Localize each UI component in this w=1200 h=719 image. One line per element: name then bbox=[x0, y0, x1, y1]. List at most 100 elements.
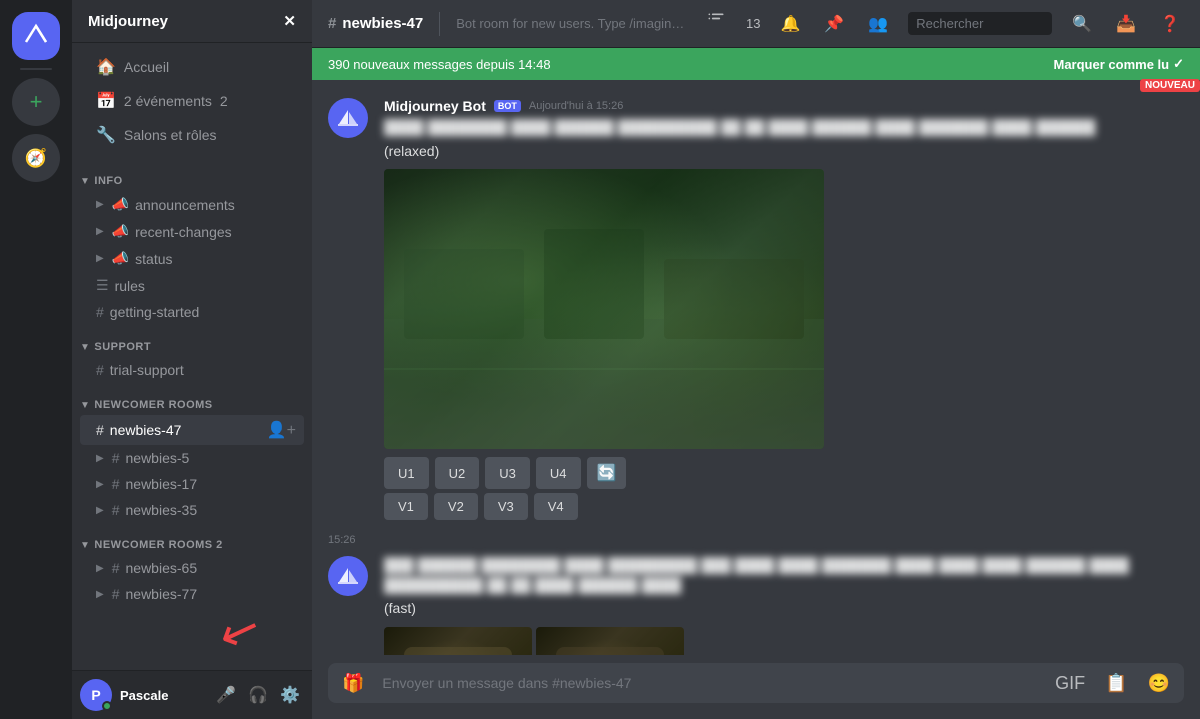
discover-button[interactable]: 🧭 bbox=[12, 134, 60, 182]
avatar-initial: P bbox=[91, 687, 100, 703]
server-icon-midjourney[interactable] bbox=[12, 12, 60, 60]
time-separator: 15:26 bbox=[312, 526, 1200, 554]
v3-button[interactable]: V3 bbox=[484, 493, 528, 520]
add-server-button[interactable]: + bbox=[12, 78, 60, 126]
category-info-label: INFO bbox=[94, 175, 122, 187]
nav-accueil[interactable]: 🏠 Accueil bbox=[80, 51, 304, 83]
add-member-icon[interactable]: 👤+ bbox=[267, 420, 296, 440]
help-button[interactable]: ❓ bbox=[1156, 10, 1184, 38]
v2-button[interactable]: V2 bbox=[434, 493, 478, 520]
channel-trial-support[interactable]: # trial-support bbox=[80, 357, 304, 383]
channel-newbies-47[interactable]: # newbies-47 👤+ bbox=[80, 415, 304, 445]
inbox-button[interactable]: 📥 bbox=[1112, 10, 1140, 38]
hash-icon: # bbox=[96, 422, 104, 438]
icon-bar-separator bbox=[20, 68, 52, 70]
grid-image-2 bbox=[536, 627, 684, 655]
notification-bar: 390 nouveaux messages depuis 14:48 Marqu… bbox=[312, 48, 1200, 80]
channel-name-newbies-17: newbies-17 bbox=[126, 476, 198, 492]
message-input-area: 🎁 GIF 📋 😊 bbox=[312, 655, 1200, 719]
members-button[interactable]: 👥 bbox=[864, 10, 892, 38]
search-input[interactable] bbox=[908, 12, 1052, 35]
u4-button[interactable]: U4 bbox=[536, 457, 581, 489]
hash-icon: # bbox=[96, 304, 104, 320]
header-separator bbox=[439, 12, 440, 36]
events-badge: 2 bbox=[220, 93, 228, 109]
server-nav: 🏠 Accueil 📅 2 événements 2 🔧 Salons et r… bbox=[72, 43, 312, 159]
gif-button[interactable]: GIF bbox=[1049, 667, 1091, 700]
sender-name: Midjourney Bot bbox=[384, 98, 486, 114]
message-input[interactable] bbox=[378, 663, 1041, 703]
chevron-icon: ▼ bbox=[80, 540, 90, 551]
grid-image-1 bbox=[384, 627, 532, 655]
u2-button[interactable]: U2 bbox=[435, 457, 480, 489]
v4-button[interactable]: V4 bbox=[534, 493, 578, 520]
megaphone-icon: 📣 bbox=[112, 196, 129, 213]
variation-buttons: V1 V2 V3 V4 bbox=[384, 493, 844, 520]
message-1: Midjourney Bot BOT Aujourd'hui à 15:26 █… bbox=[312, 96, 1200, 526]
message-text-2: (fast) bbox=[384, 599, 1184, 619]
channel-newbies-5[interactable]: ▶ # newbies-5 bbox=[80, 445, 304, 471]
headphone-button[interactable]: 🎧 bbox=[244, 681, 272, 709]
server-header[interactable]: Midjourney ✕ bbox=[72, 0, 312, 43]
channel-description: Bot room for new users. Type /imagine th… bbox=[456, 16, 690, 31]
message-1-content: Midjourney Bot BOT Aujourd'hui à 15:26 █… bbox=[384, 98, 1184, 524]
channel-newbies-65[interactable]: ▶ # newbies-65 bbox=[80, 555, 304, 581]
channel-newbies-35[interactable]: ▶ # newbies-35 bbox=[80, 497, 304, 523]
category-newcomer-rooms[interactable]: ▼ NEWCOMER ROOMS bbox=[72, 383, 312, 415]
emoji-button[interactable]: 😊 bbox=[1142, 667, 1176, 700]
message-2-blurred: ███ ██████ ████████ ████ █████████ ███ █… bbox=[384, 556, 1184, 595]
channel-getting-started[interactable]: # getting-started bbox=[80, 299, 304, 325]
threads-button[interactable] bbox=[702, 7, 730, 40]
expand-icon: ▶ bbox=[96, 505, 104, 516]
search-button[interactable]: 🔍 bbox=[1068, 10, 1096, 38]
category-info[interactable]: ▼ INFO bbox=[72, 159, 312, 191]
message-2-content: ███ ██████ ████████ ████ █████████ ███ █… bbox=[384, 556, 1184, 655]
hash-icon: # bbox=[112, 586, 120, 602]
channel-name-status: status bbox=[135, 251, 172, 267]
message-2: ███ ██████ ████████ ████ █████████ ███ █… bbox=[312, 554, 1200, 655]
notification-settings-button[interactable]: 🔔 bbox=[776, 10, 804, 38]
settings-button[interactable]: ⚙️ bbox=[276, 681, 304, 709]
username: Pascale bbox=[120, 688, 204, 703]
channel-name-newbies-47: newbies-47 bbox=[110, 422, 182, 438]
message-text-1: (relaxed) bbox=[384, 142, 1184, 162]
home-icon: 🏠 bbox=[96, 57, 116, 77]
nav-evenements[interactable]: 📅 2 événements 2 bbox=[80, 85, 304, 117]
category-support[interactable]: ▼ SUPPORT bbox=[72, 325, 312, 357]
image-grid bbox=[384, 627, 1184, 655]
expand-icon: ▶ bbox=[96, 563, 104, 574]
check-icon: ✓ bbox=[1173, 56, 1184, 72]
channel-newbies-17[interactable]: ▶ # newbies-17 bbox=[80, 471, 304, 497]
category-newcomer-rooms-2[interactable]: ▼ NEWCOMER ROOMS 2 bbox=[72, 523, 312, 555]
mark-read-button[interactable]: Marquer comme lu ✓ bbox=[1054, 56, 1185, 72]
channel-rules[interactable]: ☰ rules bbox=[80, 272, 304, 299]
expand-icon: ▶ bbox=[96, 479, 104, 490]
channel-recent-changes[interactable]: ▶ 📣 recent-changes bbox=[80, 218, 304, 245]
message-blurred-text: ████ ████████ ████ ██████ ██████████ ██ … bbox=[384, 118, 1184, 138]
v1-button[interactable]: V1 bbox=[384, 493, 428, 520]
u3-button[interactable]: U3 bbox=[485, 457, 530, 489]
upscale-buttons: U1 U2 U3 U4 🔄 bbox=[384, 457, 844, 489]
messages-area: Midjourney Bot BOT Aujourd'hui à 15:26 █… bbox=[312, 80, 1200, 655]
channel-name-newbies-77: newbies-77 bbox=[126, 586, 198, 602]
microphone-button[interactable]: 🎤 bbox=[212, 681, 240, 709]
message-timestamp: Aujourd'hui à 15:26 bbox=[529, 100, 623, 112]
hash-icon: ☰ bbox=[96, 277, 109, 294]
nav-salons[interactable]: 🔧 Salons et rôles bbox=[80, 119, 304, 151]
channel-name-newbies-5: newbies-5 bbox=[126, 450, 190, 466]
megaphone-icon: 📣 bbox=[112, 250, 129, 267]
channel-newbies-77[interactable]: ▶ # newbies-77 bbox=[80, 581, 304, 607]
channel-announcements[interactable]: ▶ 📣 announcements bbox=[80, 191, 304, 218]
channel-status[interactable]: ▶ 📣 status bbox=[80, 245, 304, 272]
hash-icon: # bbox=[112, 450, 120, 466]
user-controls: 🎤 🎧 ⚙️ bbox=[212, 681, 304, 709]
gift-button[interactable]: 🎁 bbox=[336, 667, 370, 700]
chevron-icon: ▼ bbox=[80, 176, 90, 187]
expand-icon: ▶ bbox=[96, 199, 104, 210]
sticker-button[interactable]: 📋 bbox=[1099, 667, 1133, 700]
hash-icon: # bbox=[96, 362, 104, 378]
calendar-icon: 📅 bbox=[96, 91, 116, 111]
refresh-button[interactable]: 🔄 bbox=[587, 457, 627, 489]
u1-button[interactable]: U1 bbox=[384, 457, 429, 489]
pin-button[interactable]: 📌 bbox=[820, 10, 848, 38]
